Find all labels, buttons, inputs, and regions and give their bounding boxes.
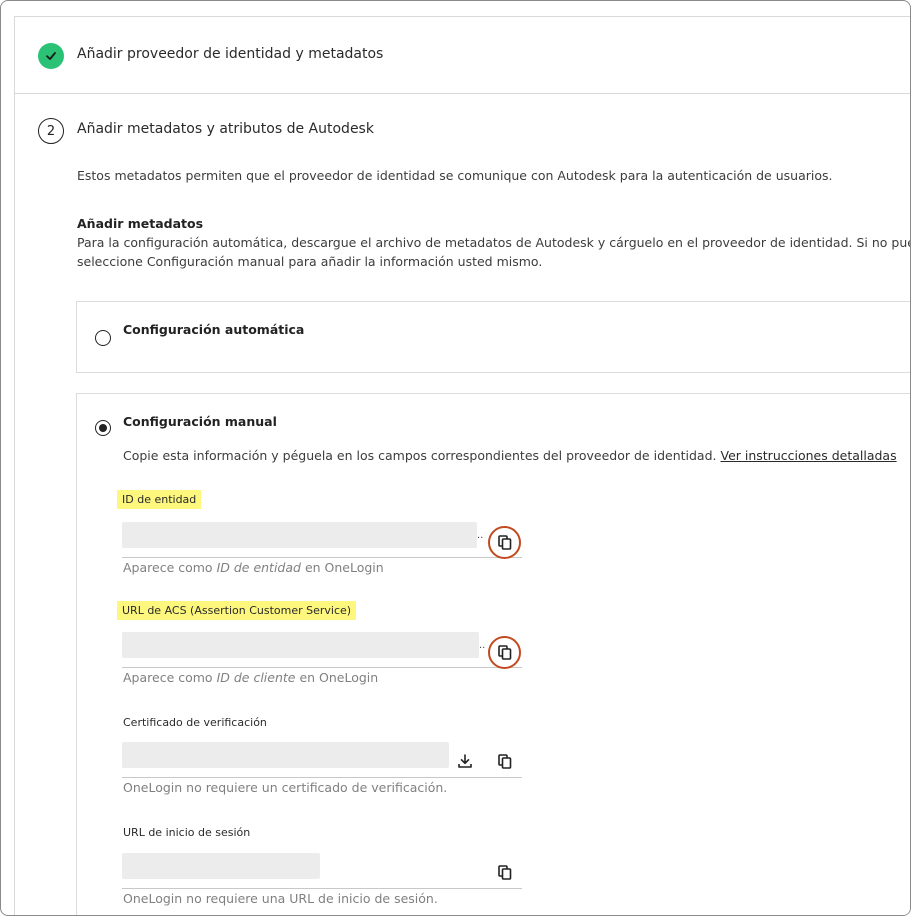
radio-selected-dot	[99, 424, 107, 432]
check-icon	[38, 43, 64, 69]
manual-config-option[interactable]: Configuración manual Copie esta informac…	[76, 393, 910, 915]
manual-instructions-text: Copie esta información y péguela en los …	[123, 448, 717, 463]
acs-url-ellipsis: ..	[479, 640, 486, 651]
acs-url-helper-prefix: Aparece como	[123, 670, 217, 685]
step-1-header[interactable]: Añadir proveedor de identidad y metadato…	[15, 17, 910, 94]
cert-value[interactable]	[122, 742, 449, 768]
copy-icon	[497, 535, 511, 550]
manual-config-label: Configuración manual	[123, 414, 277, 429]
auto-config-label: Configuración automática	[123, 322, 305, 337]
setup-card: Añadir proveedor de identidad y metadato…	[14, 16, 911, 915]
cert-helper: OneLogin no requiere un certificado de v…	[123, 780, 448, 795]
login-url-label: URL de inicio de sesión	[123, 826, 251, 839]
login-url-underline	[122, 888, 522, 889]
metadata-heading: Añadir metadatos	[77, 216, 204, 231]
entity-id-value[interactable]	[122, 522, 477, 548]
entity-id-helper-em: ID de entidad	[216, 560, 301, 575]
entity-id-helper: Aparece como ID de entidad en OneLogin	[123, 560, 384, 575]
login-url-copy-button[interactable]	[492, 859, 518, 885]
auto-config-radio[interactable]	[95, 330, 111, 346]
cert-download-button[interactable]	[452, 748, 478, 774]
copy-icon	[498, 864, 512, 880]
detailed-instructions-link[interactable]: Ver instrucciones detalladas	[720, 448, 896, 463]
entity-id-helper-prefix: Aparece como	[123, 560, 217, 575]
manual-instructions: Copie esta información y péguela en los …	[123, 448, 897, 463]
copy-icon	[498, 753, 512, 769]
cert-copy-button[interactable]	[492, 748, 518, 774]
copy-icon	[497, 645, 511, 660]
acs-url-helper-em: ID de cliente	[216, 670, 296, 685]
screenshot-frame: Añadir proveedor de identidad y metadato…	[0, 0, 911, 916]
metadata-text-line-1: Para la configuración automática, descar…	[77, 235, 911, 250]
acs-url-helper: Aparece como ID de cliente en OneLogin	[123, 670, 378, 685]
acs-url-label: URL de ACS (Assertion Customer Service)	[117, 601, 357, 620]
step-number-badge: 2	[38, 118, 64, 144]
acs-url-value[interactable]	[122, 632, 479, 658]
cert-underline	[122, 777, 522, 778]
acs-url-copy-button[interactable]	[488, 636, 521, 669]
entity-id-ellipsis: ..	[477, 530, 484, 541]
cert-label: Certificado de verificación	[123, 716, 267, 729]
entity-id-helper-suffix: en OneLogin	[300, 560, 384, 575]
download-icon	[458, 754, 472, 768]
login-url-helper: OneLogin no requiere una URL de inicio d…	[123, 891, 438, 906]
metadata-text-line-2: seleccione Configuración manual para aña…	[77, 254, 543, 269]
acs-url-helper-suffix: en OneLogin	[295, 670, 379, 685]
entity-id-underline	[122, 557, 522, 558]
auto-config-option[interactable]: Configuración automática	[76, 301, 910, 373]
step-1-title: Añadir proveedor de identidad y metadato…	[77, 46, 384, 62]
manual-config-radio[interactable]	[95, 420, 111, 436]
entity-id-copy-button[interactable]	[488, 526, 521, 559]
login-url-value[interactable]	[122, 853, 320, 879]
step-2-description: Estos metadatos permiten que el proveedo…	[77, 168, 833, 183]
step-2-title: Añadir metadatos y atributos de Autodesk	[77, 121, 374, 137]
acs-url-underline	[122, 667, 522, 668]
entity-id-label: ID de entidad	[117, 490, 202, 509]
